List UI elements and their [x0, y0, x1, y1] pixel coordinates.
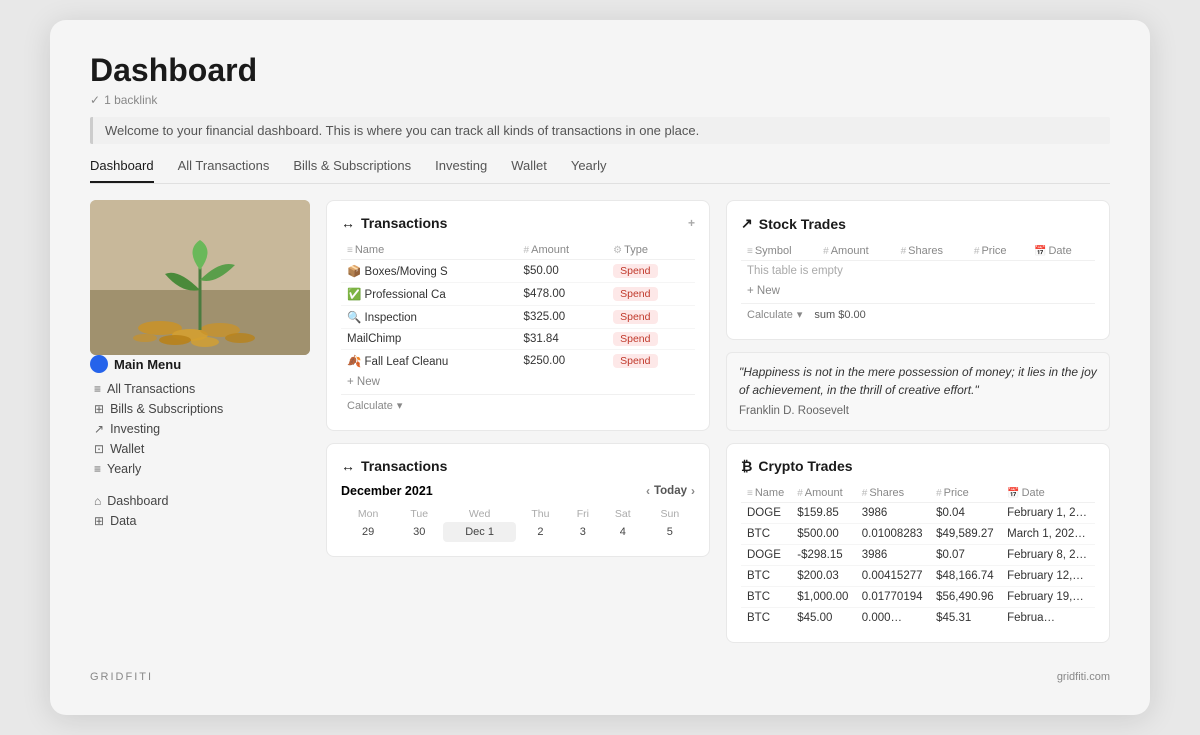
- sidebar-item-bills[interactable]: ⊞ Bills & Subscriptions: [90, 399, 310, 419]
- calendar-header: December 2021 ‹ Today ›: [341, 484, 695, 498]
- crypto-trades-title: ₿ Crypto Trades: [741, 458, 1095, 474]
- tab-dashboard[interactable]: Dashboard: [90, 158, 154, 183]
- main-content: Main Menu ≡ All Transactions ⊞ Bills & S…: [90, 200, 1110, 643]
- table-row: 🔍 Inspection $325.00 Spend: [341, 306, 695, 329]
- transactions-table: ≡Name #Amount ⚙Type 📦 Boxes/Moving S $50…: [341, 241, 695, 372]
- calendar-week-row: 29 30 Dec 1 2 3 4 5: [341, 522, 695, 542]
- tab-bar: Dashboard All Transactions Bills & Subsc…: [90, 158, 1110, 184]
- home-icon: ⌂: [94, 494, 101, 508]
- spend-badge: Spend: [613, 332, 657, 346]
- trend-icon: ↗: [94, 422, 104, 436]
- transactions-section: ↔ Transactions + ≡Name #Amount ⚙Type: [326, 200, 710, 431]
- table-row: BTC $200.03 0.00415277 $48,166.74 Februa…: [741, 566, 1095, 587]
- sidebar-item-yearly[interactable]: ≡ Yearly: [90, 459, 310, 479]
- right-column: ↗ Stock Trades ≡Symbol #Amount #Shares #…: [726, 200, 1110, 643]
- table-row: 📦 Boxes/Moving S $50.00 Spend: [341, 260, 695, 283]
- calendar-icon: ≡: [94, 462, 101, 476]
- transactions-title: ↔ Transactions +: [341, 215, 695, 231]
- calendar-today-nav: ‹ Today ›: [646, 484, 695, 498]
- calendar-section: ↔ Transactions December 2021 ‹ Today › M…: [326, 443, 710, 557]
- grid-icon: ⊞: [94, 402, 104, 416]
- menu-dot-icon: [90, 355, 108, 373]
- sidebar-item-dashboard[interactable]: ⌂ Dashboard: [90, 491, 310, 511]
- backlink: ✓ 1 backlink: [90, 93, 1110, 107]
- tab-yearly[interactable]: Yearly: [571, 158, 607, 183]
- crypto-trades-section: ₿ Crypto Trades ≡Name #Amount #Shares #P…: [726, 443, 1110, 643]
- spend-badge: Spend: [613, 310, 657, 324]
- page-title: Dashboard: [90, 52, 1110, 89]
- data-icon: ⊞: [94, 514, 104, 528]
- calculate-row: Calculate ▾: [341, 394, 695, 416]
- cal-day[interactable]: 29: [341, 522, 395, 542]
- brand-left: GRIDFITI: [90, 671, 153, 683]
- row-icon: 📦: [347, 266, 361, 278]
- transactions-add-new-button[interactable]: + New: [341, 372, 695, 392]
- wallet-icon: ⊡: [94, 442, 104, 456]
- table-row: DOGE $159.85 3986 $0.04 February 1, 2…: [741, 503, 1095, 524]
- cal-day[interactable]: 4: [601, 522, 645, 542]
- quote-text: "Happiness is not in the mere possession…: [739, 363, 1097, 399]
- stock-trades-title: ↗ Stock Trades: [741, 215, 1095, 232]
- table-row: DOGE -$298.15 3986 $0.07 February 8, 2…: [741, 545, 1095, 566]
- spend-badge: Spend: [613, 354, 657, 368]
- sidebar: Main Menu ≡ All Transactions ⊞ Bills & S…: [90, 200, 310, 643]
- cal-day[interactable]: 5: [645, 522, 695, 542]
- tab-investing[interactable]: Investing: [435, 158, 487, 183]
- checkmark-icon: ✓: [90, 93, 100, 107]
- crypto-icon: ₿: [741, 458, 752, 474]
- crypto-trades-table: ≡Name #Amount #Shares #Price 📅Date DOGE …: [741, 484, 1095, 628]
- cal-prev-button[interactable]: ‹: [646, 484, 650, 498]
- stock-trades-empty: This table is empty: [741, 261, 1095, 281]
- spend-badge: Spend: [613, 287, 657, 301]
- sidebar-item-data[interactable]: ⊞ Data: [90, 511, 310, 531]
- cal-next-button[interactable]: ›: [691, 484, 695, 498]
- sidebar-item-all-transactions[interactable]: ≡ All Transactions: [90, 379, 310, 399]
- tab-all-transactions[interactable]: All Transactions: [178, 158, 270, 183]
- cal-day[interactable]: 2: [516, 522, 565, 542]
- main-menu-label: Main Menu: [90, 355, 310, 373]
- cal-day[interactable]: 3: [565, 522, 601, 542]
- cal-day[interactable]: Dec 1: [443, 522, 516, 542]
- spend-badge: Spend: [613, 264, 657, 278]
- table-row: ✅ Professional Ca $478.00 Spend: [341, 283, 695, 306]
- table-row: BTC $1,000.00 0.01770194 $56,490.96 Febr…: [741, 587, 1095, 608]
- stock-calculate-row: Calculate ▾ sum $0.00: [741, 303, 1095, 325]
- tab-wallet[interactable]: Wallet: [511, 158, 547, 183]
- row-icon: ✅: [347, 289, 361, 301]
- middle-column: ↔ Transactions + ≡Name #Amount ⚙Type: [326, 200, 710, 643]
- transactions-add-col-button[interactable]: +: [688, 216, 695, 230]
- list-icon: ≡: [94, 382, 101, 396]
- table-row: 🍂 Fall Leaf Cleanu $250.00 Spend: [341, 350, 695, 373]
- sidebar-item-wallet[interactable]: ⊡ Wallet: [90, 439, 310, 459]
- row-icon: 🔍: [347, 312, 361, 324]
- row-icon: 🍂: [347, 356, 361, 368]
- table-row: BTC $45.00 0.000… $45.31 Februa…: [741, 608, 1095, 629]
- calendar-title: ↔ Transactions: [341, 458, 695, 474]
- table-row: MailChimp $31.84 Spend: [341, 329, 695, 350]
- stock-icon: ↗: [741, 215, 753, 232]
- quote-author: Franklin D. Roosevelt: [739, 403, 1097, 420]
- sidebar-item-investing[interactable]: ↗ Investing: [90, 419, 310, 439]
- brand-right: gridfiti.com: [1057, 671, 1110, 683]
- transactions-icon: ↔: [341, 215, 355, 231]
- tab-bills-subscriptions[interactable]: Bills & Subscriptions: [293, 158, 411, 183]
- plant-image: [90, 200, 310, 355]
- calendar-grid: Mon Tue Wed Thu Fri Sat Sun 29 30: [341, 506, 695, 542]
- stock-trades-table: ≡Symbol #Amount #Shares #Price 📅Date: [741, 242, 1095, 261]
- cal-day[interactable]: 30: [395, 522, 443, 542]
- table-row: BTC $500.00 0.01008283 $49,589.27 March …: [741, 524, 1095, 545]
- stock-trades-add-new-button[interactable]: + New: [741, 281, 1095, 301]
- quote-box: "Happiness is not in the mere possession…: [726, 352, 1110, 431]
- welcome-banner: Welcome to your financial dashboard. Thi…: [90, 117, 1110, 144]
- footer: GRIDFITI gridfiti.com: [90, 661, 1110, 683]
- stock-trades-section: ↗ Stock Trades ≡Symbol #Amount #Shares #…: [726, 200, 1110, 340]
- calendar-section-icon: ↔: [341, 458, 355, 474]
